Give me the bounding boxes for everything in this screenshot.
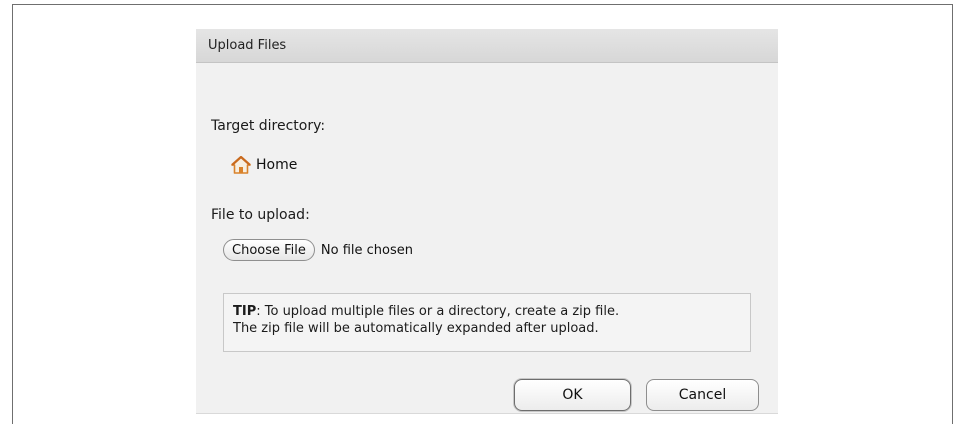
cancel-button[interactable]: Cancel xyxy=(646,379,759,411)
upload-dialog: Upload Files Target directory: Home File… xyxy=(196,29,778,414)
target-directory-value[interactable]: Home xyxy=(231,155,298,174)
dialog-titlebar: Upload Files xyxy=(196,29,778,63)
tip-line-1: TIP: To upload multiple files or a direc… xyxy=(233,303,741,320)
target-directory-name: Home xyxy=(256,157,298,173)
file-to-upload-label: File to upload: xyxy=(211,207,310,223)
tip-text-line-1: : To upload multiple files or a director… xyxy=(256,304,620,319)
tip-text-line-2: The zip file will be automatically expan… xyxy=(233,321,599,336)
no-file-chosen-text: No file chosen xyxy=(320,242,413,258)
choose-file-button[interactable]: Choose File xyxy=(223,239,315,261)
tip-box: TIP: To upload multiple files or a direc… xyxy=(223,293,751,352)
ok-button[interactable]: OK xyxy=(514,379,631,411)
dialog-title: Upload Files xyxy=(208,38,287,53)
target-directory-label: Target directory: xyxy=(211,118,326,134)
file-input-row: Choose File No file chosen xyxy=(223,239,413,261)
tip-label: TIP xyxy=(233,304,257,319)
home-icon xyxy=(231,155,251,174)
